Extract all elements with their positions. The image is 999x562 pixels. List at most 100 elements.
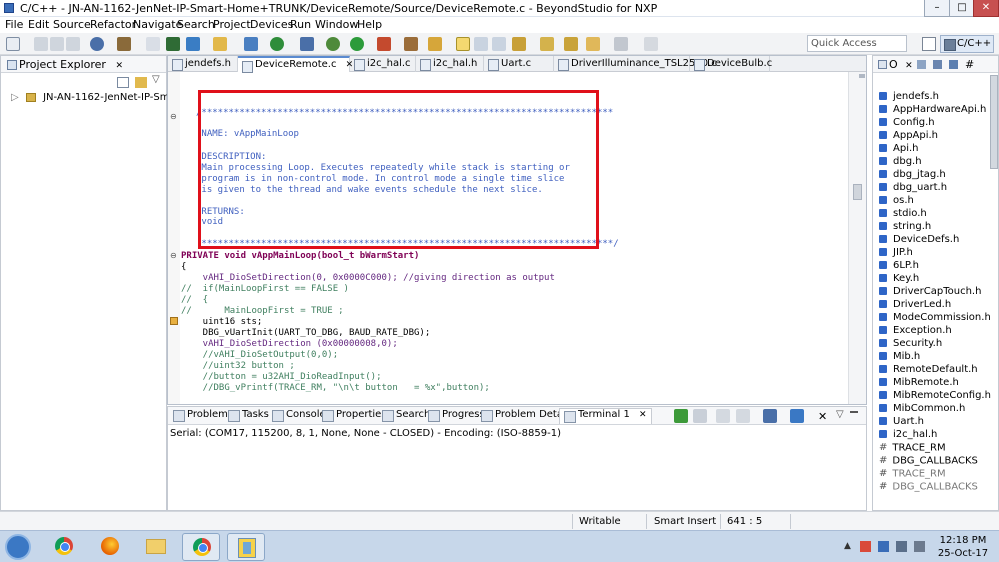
outline-item[interactable]: os.h bbox=[879, 194, 914, 207]
menu-run[interactable]: Run bbox=[290, 18, 311, 31]
debug-icon[interactable] bbox=[326, 37, 340, 51]
outline-item[interactable]: ModeCommission.h bbox=[879, 311, 991, 324]
view-menu-icon[interactable]: ▽ bbox=[836, 409, 844, 420]
run-icon[interactable] bbox=[350, 37, 364, 51]
menu-help[interactable]: Help bbox=[357, 18, 382, 31]
print-icon[interactable] bbox=[66, 37, 80, 51]
outline-item[interactable]: string.h bbox=[879, 220, 931, 233]
outline-item[interactable]: Mib.h bbox=[879, 350, 920, 363]
outline-item[interactable]: JIP.h bbox=[879, 246, 913, 259]
chip-icon[interactable] bbox=[166, 37, 180, 51]
new-project-icon[interactable] bbox=[186, 37, 200, 51]
outline-item[interactable]: Api.h bbox=[879, 142, 918, 155]
menu-file[interactable]: File bbox=[5, 18, 23, 31]
tab-tasks[interactable]: Tasks bbox=[228, 409, 269, 422]
pin-editor-icon[interactable] bbox=[644, 37, 658, 51]
outline-tab[interactable]: O ✕ bbox=[875, 57, 917, 72]
editor-tab-uart[interactable]: Uart.c bbox=[484, 56, 554, 72]
block-selection-icon[interactable] bbox=[474, 37, 488, 51]
editor-gutter[interactable]: ⊖ ⊖ bbox=[168, 72, 180, 404]
tray-expand-icon[interactable]: ▲ bbox=[844, 541, 851, 551]
new-class-icon[interactable] bbox=[244, 37, 258, 51]
outline-item[interactable]: DriverLed.h bbox=[879, 298, 951, 311]
toggle-mark-icon[interactable] bbox=[456, 37, 470, 51]
menu-devices[interactable]: Devices bbox=[250, 18, 293, 31]
editor-vertical-scrollbar[interactable] bbox=[848, 72, 866, 404]
hide-fields-icon[interactable] bbox=[933, 60, 942, 69]
outline-item[interactable]: Uart.h bbox=[879, 415, 924, 428]
settings-icon[interactable] bbox=[716, 409, 730, 423]
outline-item[interactable]: dbg_jtag.h bbox=[879, 168, 946, 181]
toggle-breadcrumb-icon[interactable] bbox=[512, 37, 526, 51]
tab-close-icon[interactable]: ✕ bbox=[639, 410, 647, 420]
outline-item[interactable]: MibRemote.h bbox=[879, 376, 959, 389]
tab-properties[interactable]: Properties bbox=[322, 409, 387, 422]
connect-icon[interactable] bbox=[674, 409, 688, 423]
outline-item[interactable]: RemoteDefault.h bbox=[879, 363, 978, 376]
remove-terminal-icon[interactable]: ✕ bbox=[818, 410, 827, 423]
hammer-icon[interactable] bbox=[117, 37, 131, 51]
volume-icon[interactable] bbox=[914, 541, 925, 552]
new-icon[interactable] bbox=[6, 37, 20, 51]
outline-item[interactable]: AppHardwareApi.h bbox=[879, 103, 986, 116]
open-terminal-icon[interactable] bbox=[790, 409, 804, 423]
taskbar-chrome-active-button[interactable] bbox=[182, 533, 220, 561]
fold-icon[interactable]: ⊖ bbox=[170, 251, 177, 260]
network-icon[interactable] bbox=[896, 541, 907, 552]
editor-tab-devicebulb[interactable]: DeviceBulb.c bbox=[690, 56, 772, 72]
outline-item[interactable]: stdio.h bbox=[879, 207, 927, 220]
outline-item[interactable]: jendefs.h bbox=[879, 90, 939, 103]
system-clock[interactable]: 12:18 PM 25-Oct-17 bbox=[934, 534, 992, 560]
quick-access-input[interactable]: Quick Access bbox=[807, 35, 907, 52]
close-icon[interactable]: ✕ bbox=[905, 61, 913, 71]
outline-item[interactable]: # DBG_CALLBACKS bbox=[879, 480, 978, 493]
menu-project[interactable]: Project bbox=[213, 18, 251, 31]
tab-problems[interactable]: Problems bbox=[173, 409, 233, 422]
outline-item[interactable]: Security.h bbox=[879, 337, 942, 350]
minimize-panel-icon[interactable] bbox=[850, 410, 858, 413]
editor-tab-jendefs[interactable]: jendefs.h bbox=[168, 56, 238, 72]
next-annotation-icon[interactable] bbox=[564, 37, 578, 51]
outline-item[interactable]: MibRemoteConfig.h bbox=[879, 389, 991, 402]
outline-item[interactable]: MibCommon.h bbox=[879, 402, 965, 415]
start-button[interactable] bbox=[5, 534, 31, 560]
annotation-icon[interactable] bbox=[540, 37, 554, 51]
menu-search[interactable]: Search bbox=[177, 18, 215, 31]
outline-item[interactable]: DeviceDefs.h bbox=[879, 233, 959, 246]
open-perspective-icon[interactable] bbox=[922, 37, 936, 51]
menu-navigate[interactable]: Navigate bbox=[133, 18, 182, 31]
hide-nonpublic-icon[interactable]: # bbox=[965, 58, 974, 71]
new-folder-icon[interactable] bbox=[213, 37, 227, 51]
save-icon[interactable] bbox=[34, 37, 48, 51]
outline-item[interactable]: dbg_uart.h bbox=[879, 181, 947, 194]
tab-search[interactable]: Search bbox=[382, 409, 430, 422]
build-config-icon[interactable] bbox=[146, 37, 160, 51]
tab-progress[interactable]: Progress bbox=[428, 409, 485, 422]
editor-tab-deviceremote[interactable]: DeviceRemote.c ✕ bbox=[238, 56, 353, 73]
taskbar-firefox-button[interactable] bbox=[91, 533, 129, 561]
forward-arrow-icon[interactable] bbox=[614, 37, 628, 51]
outline-item[interactable]: i2c_hal.h bbox=[879, 428, 937, 441]
scrollbar-thumb[interactable] bbox=[853, 184, 862, 200]
menu-refactor[interactable]: Refactor bbox=[90, 18, 136, 31]
warning-icon[interactable] bbox=[170, 317, 178, 325]
highlight-icon[interactable] bbox=[428, 37, 442, 51]
fold-icon[interactable]: ⊖ bbox=[170, 112, 177, 121]
editor-tab-i2c-hal-c[interactable]: i2c_hal.c bbox=[350, 56, 416, 72]
close-button[interactable]: ✕ bbox=[973, 0, 999, 17]
menu-source[interactable]: Source bbox=[53, 18, 91, 31]
outline-item[interactable]: Key.h bbox=[879, 272, 919, 285]
outline-item[interactable]: dbg.h bbox=[879, 155, 922, 168]
menu-window[interactable]: Window bbox=[315, 18, 358, 31]
editor-tab-i2c-hal-h[interactable]: i2c_hal.h bbox=[416, 56, 484, 72]
back-arrow-icon[interactable] bbox=[586, 37, 600, 51]
outline-item[interactable]: 6LP.h bbox=[879, 259, 919, 272]
link-editor-icon[interactable] bbox=[135, 77, 147, 88]
close-icon[interactable]: ✕ bbox=[115, 61, 123, 71]
code-area[interactable]: /***************************************… bbox=[181, 72, 846, 404]
hide-static-icon[interactable] bbox=[949, 60, 958, 69]
scroll-lock-icon[interactable] bbox=[736, 409, 750, 423]
skip-breakpoints-icon[interactable] bbox=[300, 37, 314, 51]
outline-item[interactable]: # TRACE_RM bbox=[879, 441, 946, 454]
display-selected-icon[interactable] bbox=[763, 409, 777, 423]
